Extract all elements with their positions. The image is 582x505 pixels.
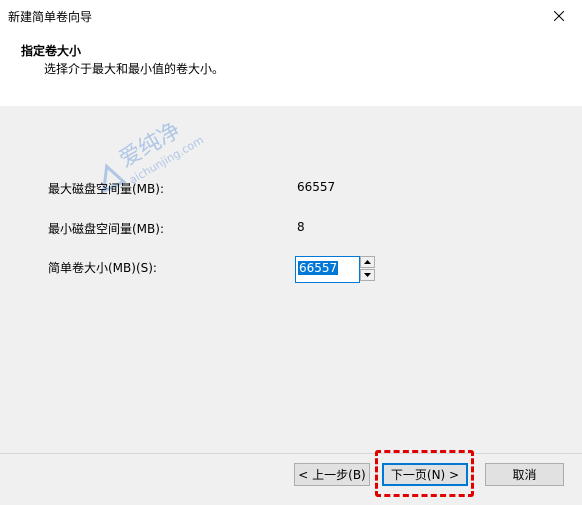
volume-size-stepper[interactable]: 66557 bbox=[295, 256, 376, 283]
volume-size-label: 简单卷大小(MB)(S): bbox=[48, 261, 157, 275]
close-button[interactable] bbox=[536, 0, 582, 32]
min-size-label: 最小磁盘空间量(MB): bbox=[48, 222, 164, 236]
volume-size-input[interactable]: 66557 bbox=[295, 256, 360, 283]
max-size-value: 66557 bbox=[297, 180, 336, 194]
close-icon bbox=[554, 11, 564, 21]
decrement-button[interactable] bbox=[360, 269, 375, 281]
chevron-up-icon bbox=[364, 260, 371, 264]
window-title: 新建简单卷向导 bbox=[8, 10, 93, 24]
title-bar: 新建简单卷向导 bbox=[0, 0, 582, 32]
page-title: 指定卷大小 bbox=[21, 44, 82, 58]
max-size-label: 最大磁盘空间量(MB): bbox=[48, 182, 164, 196]
cancel-button[interactable]: 取消 bbox=[485, 463, 564, 486]
min-size-value: 8 bbox=[297, 220, 305, 234]
increment-button[interactable] bbox=[360, 256, 375, 268]
volume-size-value: 66557 bbox=[298, 261, 339, 275]
wizard-header: 指定卷大小 选择介于最大和最小值的卷大小。 bbox=[0, 32, 582, 107]
page-subtitle: 选择介于最大和最小值的卷大小。 bbox=[44, 62, 225, 76]
back-button[interactable]: < 上一步(B) bbox=[294, 463, 370, 486]
next-button-highlight bbox=[375, 450, 474, 497]
chevron-down-icon bbox=[364, 273, 371, 277]
